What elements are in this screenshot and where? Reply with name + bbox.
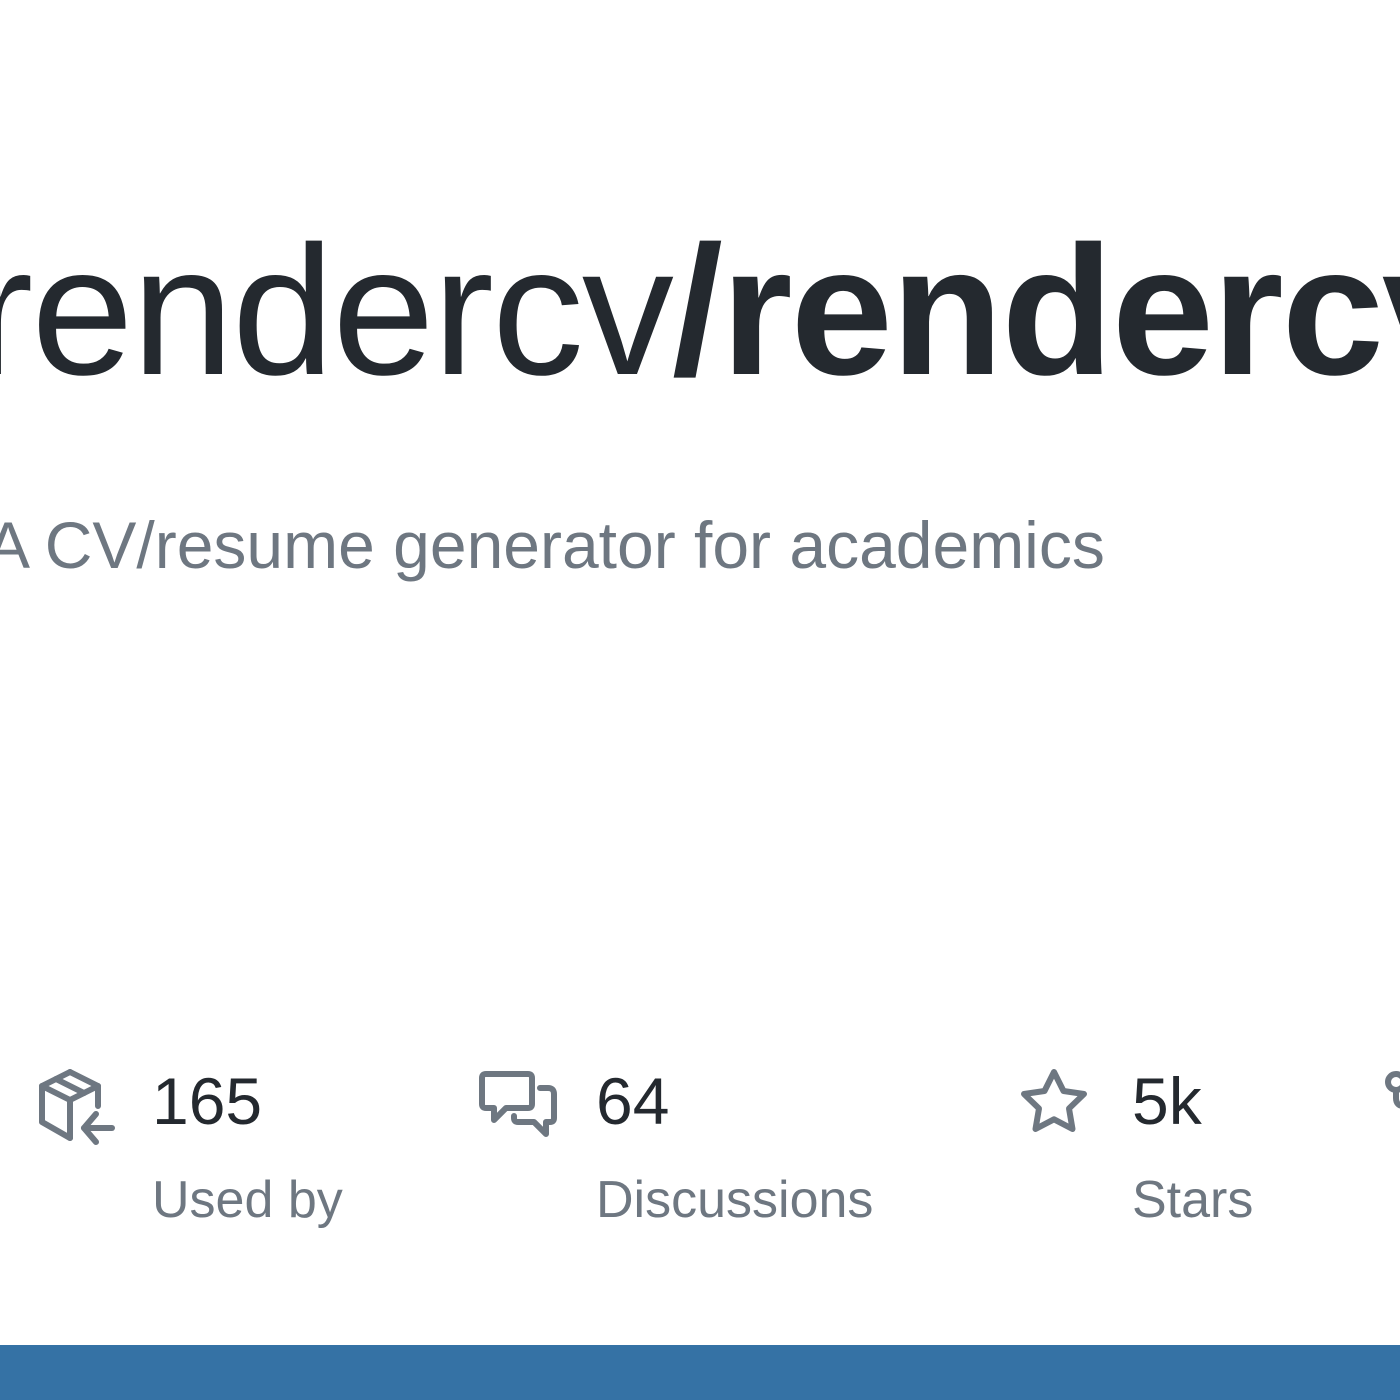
repo-name[interactable]: rendercv (721, 207, 1400, 413)
repo-separator: / (671, 207, 723, 413)
stat-value: 64 (596, 1064, 670, 1138)
stat-label: Stars (1132, 1171, 1254, 1229)
language-bar (0, 1345, 1400, 1400)
star-icon (1016, 1066, 1100, 1150)
repo-description: A CV/resume generator for academics (0, 508, 1105, 582)
package-dependents-icon (34, 1066, 118, 1150)
repo-forked-icon (1382, 1066, 1400, 1150)
stat-label: Discussions (596, 1171, 874, 1229)
stat-value: 165 (152, 1064, 263, 1138)
comment-discussion-icon (476, 1066, 560, 1150)
stat-label: Used by (152, 1171, 343, 1229)
repo-title[interactable]: rendercv/rendercv (0, 218, 1400, 402)
repo-social-card: rendercv/rendercv A CV/resume generator … (0, 0, 1400, 1400)
repo-owner[interactable]: rendercv (0, 207, 674, 413)
stat-value: 5k (1132, 1064, 1202, 1138)
